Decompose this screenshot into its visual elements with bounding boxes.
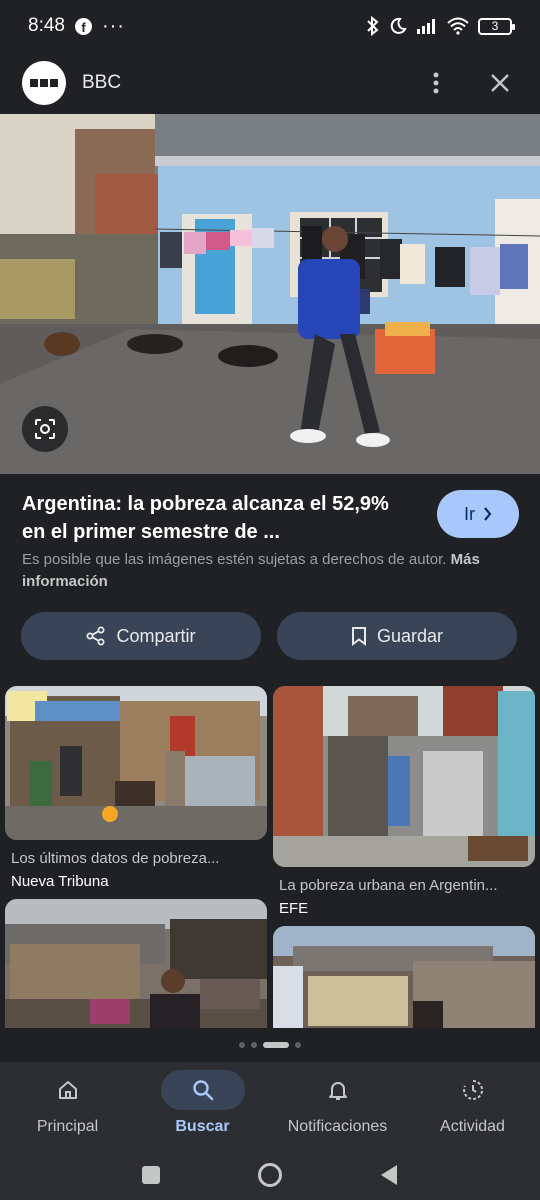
slum-photo-2 xyxy=(273,686,535,867)
nav-home-icon-wrap xyxy=(26,1070,110,1110)
pager-dot xyxy=(295,1042,301,1048)
save-button[interactable]: Guardar xyxy=(277,612,517,660)
bottom-navigation: Principal Buscar Notificaciones Activida… xyxy=(0,1062,540,1150)
share-button[interactable]: Compartir xyxy=(21,612,261,660)
more-notifications-icon: ··· xyxy=(101,14,125,37)
nav-activity-label: Actividad xyxy=(440,1118,505,1135)
pager-dot xyxy=(251,1042,257,1048)
chevron-right-icon xyxy=(484,507,492,521)
related-card[interactable] xyxy=(273,926,535,1028)
related-source: EFE xyxy=(279,900,309,917)
nav-activity[interactable]: Actividad xyxy=(405,1062,540,1150)
related-card[interactable]: Los últimos datos de pobreza... Nueva Tr… xyxy=(5,686,267,890)
do-not-disturb-moon-icon xyxy=(390,17,407,34)
home-icon xyxy=(58,1081,77,1099)
more-options-button[interactable] xyxy=(418,65,454,101)
bookmark-icon xyxy=(351,627,366,646)
related-thumbnail[interactable] xyxy=(5,686,267,840)
pager-dot xyxy=(239,1042,245,1048)
nav-notifications-icon-wrap xyxy=(296,1070,380,1110)
related-images-grid: Los últimos datos de pobreza... Nueva Tr… xyxy=(5,686,535,1028)
wifi-icon xyxy=(447,17,469,35)
related-caption: Los últimos datos de pobreza... xyxy=(11,850,220,867)
source-header: BBC xyxy=(0,52,540,114)
battery-icon: 3 xyxy=(478,17,515,35)
related-source: Nueva Tribuna xyxy=(11,873,109,890)
carousel-pager xyxy=(0,1042,540,1048)
bell-icon xyxy=(328,1082,347,1100)
bbc-logo[interactable] xyxy=(22,61,66,105)
go-button-label: Ir xyxy=(464,503,475,524)
street-photo xyxy=(0,114,540,474)
nav-home[interactable]: Principal xyxy=(0,1062,135,1150)
nav-home-label: Principal xyxy=(36,1118,99,1135)
more-vert-icon xyxy=(433,72,439,94)
close-icon xyxy=(491,74,509,92)
signal-icon xyxy=(417,19,435,34)
related-card[interactable]: La pobreza urbana en Argentin... EFE xyxy=(273,686,535,917)
recents-icon[interactable] xyxy=(141,1165,161,1185)
status-time: 8:48 xyxy=(28,15,65,36)
status-bar: 8:48 f ··· 3 xyxy=(0,0,540,52)
slum-photo-3 xyxy=(5,899,267,1028)
home-circle-icon[interactable] xyxy=(257,1162,283,1188)
activity-icon xyxy=(462,1079,483,1100)
close-button[interactable] xyxy=(482,65,518,101)
pager-dot-active xyxy=(263,1042,289,1048)
source-name[interactable]: BBC xyxy=(82,72,121,94)
system-navigation-bar xyxy=(0,1150,540,1200)
share-icon xyxy=(86,626,105,646)
share-label: Compartir xyxy=(116,625,196,646)
related-thumbnail[interactable] xyxy=(5,899,267,1028)
nav-notifications-label: Notificaciones xyxy=(287,1118,388,1135)
nav-search-label: Buscar xyxy=(175,1118,230,1135)
copyright-text: Es posible que las imágenes estén sujeta… xyxy=(22,551,447,568)
result-title[interactable]: Argentina: la pobreza alcanza el 52,9% e… xyxy=(22,490,417,546)
back-icon[interactable] xyxy=(379,1164,399,1186)
search-icon xyxy=(192,1080,213,1101)
related-caption: La pobreza urbana en Argentin... xyxy=(279,877,498,894)
related-card[interactable] xyxy=(5,899,267,1028)
lens-search-button[interactable] xyxy=(22,406,68,452)
nav-search[interactable]: Buscar xyxy=(135,1062,270,1150)
save-label: Guardar xyxy=(376,625,444,646)
nav-activity-icon-wrap xyxy=(431,1070,515,1110)
bluetooth-icon xyxy=(367,16,379,36)
nav-search-icon-wrap xyxy=(160,1070,245,1110)
copyright-notice: Es posible que las imágenes estén sujeta… xyxy=(22,549,512,593)
main-image[interactable] xyxy=(0,114,540,474)
nav-notifications[interactable]: Notificaciones xyxy=(270,1062,405,1150)
lens-icon xyxy=(35,419,55,439)
facebook-icon: f xyxy=(74,17,92,35)
go-button[interactable]: Ir xyxy=(437,490,519,538)
slum-photo-1 xyxy=(5,686,267,840)
slum-photo-4 xyxy=(273,926,535,1028)
related-thumbnail[interactable] xyxy=(273,686,535,867)
related-thumbnail[interactable] xyxy=(273,926,535,1028)
